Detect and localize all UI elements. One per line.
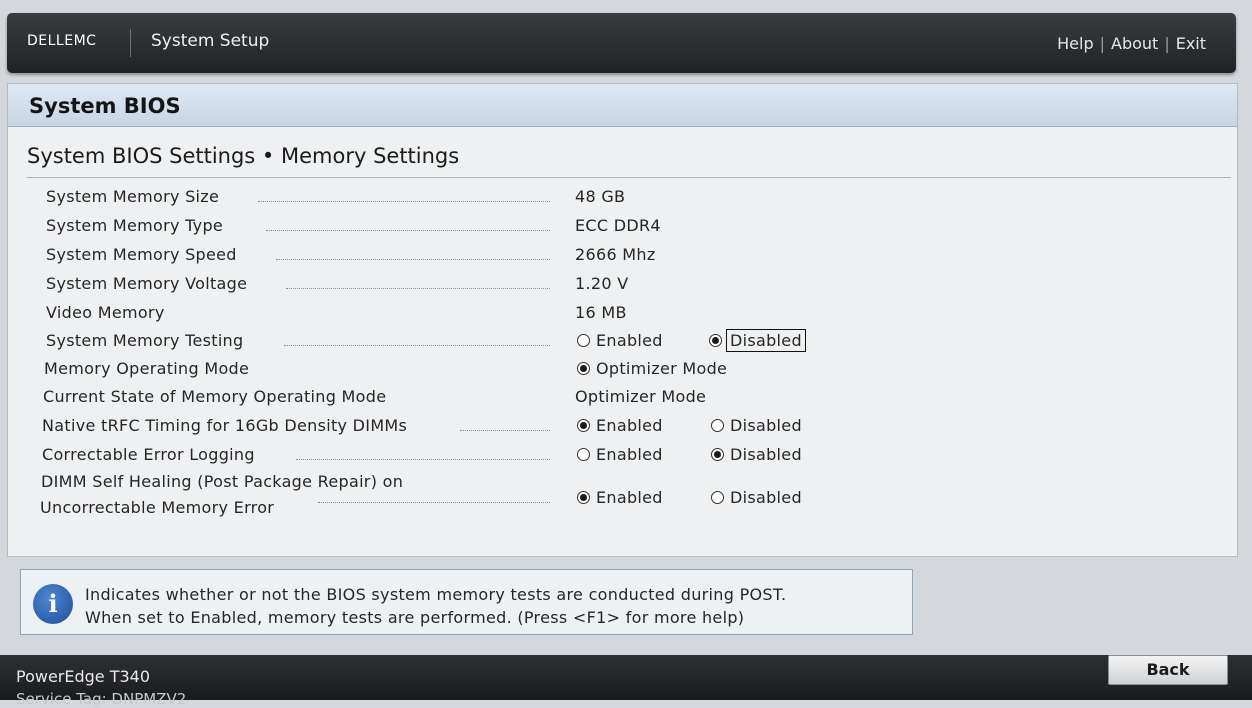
dell-emc-logo: DELLEMC [27, 33, 97, 49]
top-header-bar: DELLEMC System Setup Help | About | Exit [7, 13, 1236, 73]
setting-label: Video Memory [46, 303, 165, 322]
radio-label: Enabled [596, 488, 663, 507]
leader-dots [266, 230, 550, 231]
radio-trfc-disabled[interactable]: Disabled [711, 416, 802, 435]
radio-operating-mode-optimizer[interactable]: Optimizer Mode [577, 359, 727, 378]
setting-label: System Memory Size [46, 187, 220, 206]
radio-label: Enabled [596, 416, 663, 435]
radio-selected-icon [577, 362, 590, 375]
help-text-line2: When set to Enabled, memory tests are pe… [85, 608, 745, 627]
leader-dots [296, 459, 550, 460]
setting-value: 48 GB [575, 187, 626, 206]
help-text-line1: Indicates whether or not the BIOS system… [85, 585, 787, 604]
service-tag: Service Tag: DNPMZV2 [16, 690, 187, 708]
setting-value: Optimizer Mode [575, 387, 707, 406]
radio-error-logging-enabled[interactable]: Enabled [577, 445, 663, 464]
setting-value: 16 MB [575, 303, 627, 322]
leader-dots [284, 345, 550, 346]
leader-dots [276, 259, 550, 260]
leader-dots [460, 430, 550, 431]
setting-value: 2666 Mhz [575, 245, 656, 264]
setting-label-line1: DIMM Self Healing (Post Package Repair) … [41, 472, 404, 491]
panel-title: System BIOS [29, 94, 181, 118]
radio-label: Disabled [730, 416, 802, 435]
header-divider [130, 29, 131, 57]
setting-label: Memory Operating Mode [44, 359, 250, 378]
header-links: Help | About | Exit [1057, 34, 1206, 53]
section-divider [27, 177, 1231, 178]
setting-label: Native tRFC Timing for 16Gb Density DIMM… [42, 416, 408, 435]
bottom-bar: PowerEdge T340 Service Tag: DNPMZV2 Back [0, 655, 1252, 708]
settings-panel: System BIOS System BIOS Settings • Memor… [7, 83, 1238, 557]
setting-label: System Memory Testing [46, 331, 244, 350]
radio-label: Optimizer Mode [596, 359, 728, 378]
radio-trfc-enabled[interactable]: Enabled [577, 416, 663, 435]
help-box: i Indicates whether or not the BIOS syst… [20, 569, 913, 635]
system-model: PowerEdge T340 [16, 667, 151, 686]
panel-header: System BIOS [8, 84, 1237, 127]
link-separator: | [1099, 34, 1105, 53]
back-button[interactable]: Back [1108, 655, 1228, 685]
setting-label-line2: Uncorrectable Memory Error [40, 498, 275, 517]
link-separator: | [1164, 34, 1170, 53]
setting-label: System Memory Type [46, 216, 224, 235]
setting-label: System Memory Voltage [46, 274, 248, 293]
setting-label: Current State of Memory Operating Mode [43, 387, 387, 406]
setting-value: 1.20 V [575, 274, 629, 293]
radio-label: Enabled [596, 445, 663, 464]
leader-dots [258, 201, 550, 202]
setting-value: ECC DDR4 [575, 216, 661, 235]
radio-memory-testing-disabled[interactable]: Disabled [709, 329, 806, 352]
section-title: System BIOS Settings • Memory Settings [27, 144, 460, 168]
exit-link[interactable]: Exit [1176, 34, 1206, 53]
info-icon: i [33, 584, 73, 624]
radio-label: Disabled [726, 329, 806, 352]
radio-selected-icon [577, 491, 590, 504]
setting-label: Correctable Error Logging [42, 445, 255, 464]
radio-unselected-icon [711, 419, 724, 432]
about-link[interactable]: About [1111, 34, 1158, 53]
radio-memory-testing-enabled[interactable]: Enabled [577, 331, 663, 350]
radio-unselected-icon [711, 491, 724, 504]
app-title: System Setup [151, 31, 270, 51]
leader-dots [286, 288, 550, 289]
radio-self-healing-disabled[interactable]: Disabled [711, 488, 802, 507]
help-link[interactable]: Help [1057, 34, 1093, 53]
radio-label: Enabled [596, 331, 663, 350]
radio-unselected-icon [577, 334, 590, 347]
radio-selected-icon [577, 419, 590, 432]
radio-unselected-icon [577, 448, 590, 461]
setting-label: System Memory Speed [46, 245, 237, 264]
radio-error-logging-disabled[interactable]: Disabled [711, 445, 802, 464]
radio-label: Disabled [730, 445, 802, 464]
radio-selected-icon [709, 334, 722, 347]
leader-dots [318, 502, 550, 503]
radio-label: Disabled [730, 488, 802, 507]
radio-self-healing-enabled[interactable]: Enabled [577, 488, 663, 507]
radio-selected-icon [711, 448, 724, 461]
